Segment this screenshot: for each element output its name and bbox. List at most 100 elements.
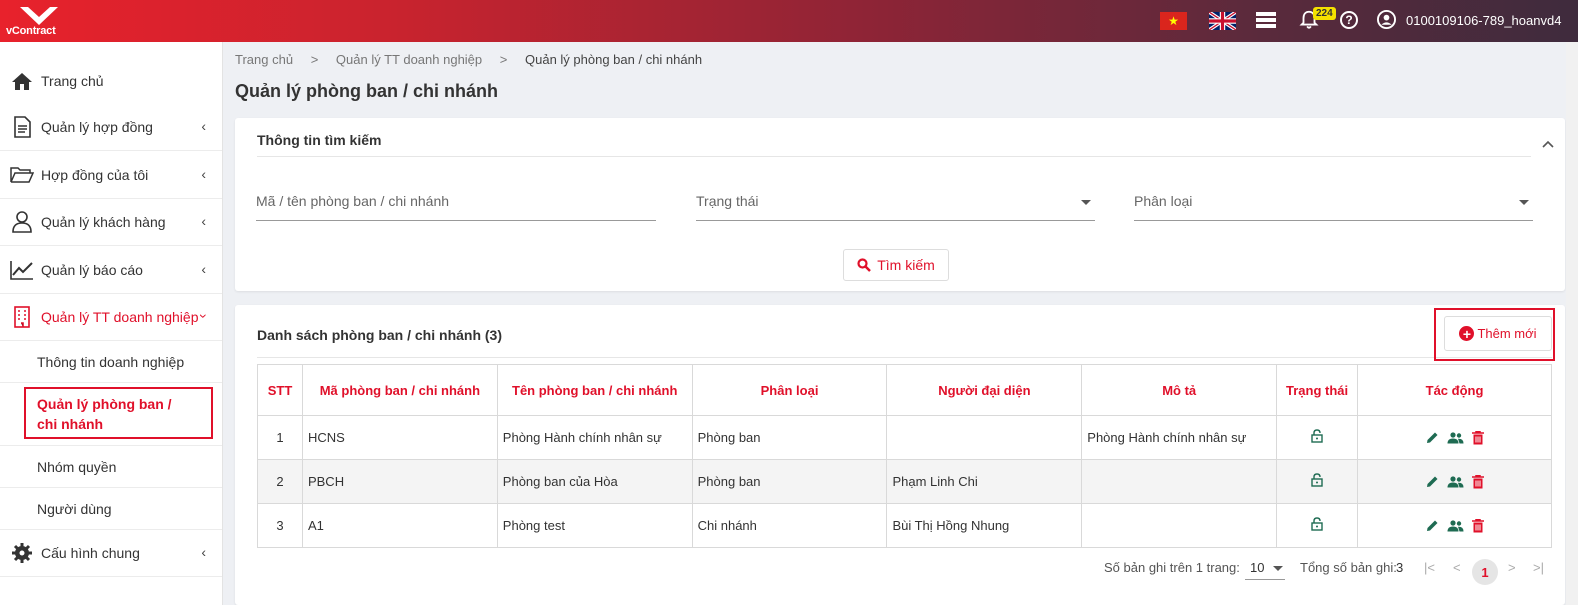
delete-trash-icon[interactable] (1472, 518, 1485, 533)
sidebar-item-label: Quản lý khách hàng (41, 214, 166, 230)
folder-icon (10, 163, 34, 187)
assign-users-icon[interactable] (1447, 475, 1464, 488)
flag-star: ★ (1168, 14, 1179, 28)
divider (257, 156, 1531, 157)
user-avatar-icon[interactable] (1377, 10, 1396, 29)
per-page-select[interactable]: 10 (1245, 556, 1285, 580)
chart-icon (10, 258, 34, 282)
sidebar-subitem-label: Người dùng (37, 500, 112, 517)
cell-stt: 3 (257, 503, 303, 548)
dropdown-arrow-icon (1081, 200, 1091, 205)
edit-pencil-icon[interactable] (1425, 431, 1439, 445)
cell-stt: 1 (257, 415, 303, 460)
sidebar-item-contracts[interactable]: Quản lý hợp đồng ‹ (0, 104, 222, 151)
breadcrumb: Trang chủ > Quản lý TT doanh nghiệp > Qu… (235, 52, 716, 67)
sidebar-item-label: Hợp đồng của tôi (41, 167, 149, 183)
select-placeholder: Trạng thái (696, 192, 759, 209)
status-select[interactable]: Trạng thái (696, 181, 1095, 221)
column-header: Phân loại (691, 364, 888, 416)
sidebar-item-reports[interactable]: Quản lý báo cáo ‹ (0, 247, 222, 294)
dropdown-arrow-icon (1519, 200, 1529, 205)
select-placeholder: Phân loại (1134, 192, 1193, 209)
sidebar-item-label: Trang chủ (41, 72, 104, 89)
unlock-icon[interactable] (1311, 429, 1323, 443)
cell-actions (1357, 459, 1552, 504)
column-header: Người đại diện (886, 364, 1083, 416)
dropdown-arrow-icon (1273, 566, 1283, 571)
sidebar-subitem-label: Nhóm quyền (37, 458, 117, 475)
sidebar-subitem-users[interactable]: Người dùng (0, 488, 222, 530)
prev-page-button[interactable]: < (1453, 560, 1461, 575)
breadcrumb-parent[interactable]: Quản lý TT doanh nghiệp (336, 52, 482, 67)
page-title: Quản lý phòng ban / chi nhánh (235, 81, 498, 101)
first-page-button[interactable]: |< (1424, 560, 1435, 575)
chevron-left-icon: ‹ (201, 118, 206, 134)
column-header: Mã phòng ban / chi nhánh (301, 364, 498, 416)
notification-badge: 224 (1313, 7, 1336, 20)
cell-description (1081, 459, 1278, 504)
sidebar-item-my-contracts[interactable]: Hợp đồng của tôi ‹ (0, 152, 222, 199)
help-icon[interactable]: ? (1340, 11, 1358, 29)
sidebar-item-label: Quản lý TT doanh nghiệp (41, 309, 199, 325)
cell-type: Phòng ban (691, 459, 888, 504)
cell-name: Phòng test (496, 503, 693, 548)
total-records-value: 3 (1396, 560, 1404, 575)
cell-actions (1357, 415, 1552, 460)
edit-pencil-icon[interactable] (1425, 519, 1439, 533)
sidebar-item-customers[interactable]: Quản lý khách hàng ‹ (0, 199, 222, 246)
breadcrumb-current: Quản lý phòng ban / chi nhánh (525, 52, 703, 67)
cell-status (1276, 459, 1359, 504)
column-header: Trạng thái (1276, 364, 1359, 416)
department-code-input[interactable]: Mã / tên phòng ban / chi nhánh (256, 181, 656, 221)
cell-actions (1357, 503, 1552, 548)
cell-status (1276, 503, 1359, 548)
unlock-icon[interactable] (1311, 517, 1323, 531)
server-menu-icon[interactable] (1256, 11, 1276, 29)
table-row[interactable]: 2 PBCH Phòng ban của Hòa Phòng ban Phạm … (257, 459, 1552, 504)
collapse-chevron-icon[interactable] (1542, 140, 1554, 148)
table-row[interactable]: 3 A1 Phòng test Chi nhánh Bùi Thị Hồng N… (257, 503, 1552, 548)
current-page-button[interactable]: 1 (1472, 559, 1498, 585)
assign-users-icon[interactable] (1447, 519, 1464, 532)
cell-representative: Bùi Thị Hồng Nhung (886, 503, 1083, 548)
sidebar-subitem-label: Thông tin doanh nghiệp (37, 353, 185, 370)
sidebar-item-enterprise[interactable]: Quản lý TT doanh nghiệp ‹ (0, 294, 222, 341)
sidebar-item-home[interactable]: Trang chủ (0, 57, 222, 104)
uk-flag-icon[interactable] (1209, 12, 1236, 30)
sidebar-item-label: Quản lý báo cáo (41, 262, 143, 278)
column-header: Tên phòng ban / chi nhánh (496, 364, 693, 416)
delete-trash-icon[interactable] (1472, 474, 1485, 489)
search-button-label: Tìm kiếm (877, 257, 935, 273)
next-page-button[interactable]: > (1508, 560, 1516, 575)
cell-stt: 2 (257, 459, 303, 504)
per-page-value: 10 (1250, 560, 1265, 575)
list-panel-title: Danh sách phòng ban / chi nhánh (3) (257, 327, 503, 343)
chevron-left-icon: ‹ (201, 213, 206, 229)
sidebar-item-settings[interactable]: Cấu hình chung ‹ (0, 530, 222, 577)
cell-code: PBCH (301, 459, 498, 504)
delete-trash-icon[interactable] (1472, 430, 1485, 445)
search-panel-title: Thông tin tìm kiếm (257, 132, 382, 148)
type-select[interactable]: Phân loại (1134, 181, 1533, 221)
sidebar-subitem-roles[interactable]: Nhóm quyền (0, 446, 222, 488)
chevron-left-icon: ‹ (201, 166, 206, 182)
table-row[interactable]: 1 HCNS Phòng Hành chính nhân sự Phòng ba… (257, 415, 1552, 460)
user-name[interactable]: 0100109106-789_hoanvd4 (1406, 13, 1561, 28)
sidebar-subitem-enterprise-info[interactable]: Thông tin doanh nghiệp (0, 341, 222, 383)
building-icon (10, 305, 34, 329)
search-button[interactable]: Tìm kiếm (843, 249, 949, 281)
column-header: STT (257, 364, 303, 416)
column-header: Mô tả (1081, 364, 1278, 416)
table-header-row: STT Mã phòng ban / chi nhánh Tên phòng b… (257, 364, 1552, 416)
assign-users-icon[interactable] (1447, 431, 1464, 444)
cell-description (1081, 503, 1278, 548)
unlock-icon[interactable] (1311, 473, 1323, 487)
edit-pencil-icon[interactable] (1425, 475, 1439, 489)
vietnam-flag-icon[interactable]: ★ (1160, 12, 1187, 30)
breadcrumb-home[interactable]: Trang chủ (235, 52, 293, 67)
page-scrollbar[interactable] (1566, 42, 1578, 605)
highlight-box (24, 387, 213, 439)
user-icon (10, 210, 34, 234)
sidebar-item-label: Quản lý hợp đồng (41, 119, 153, 135)
last-page-button[interactable]: >| (1533, 560, 1544, 575)
